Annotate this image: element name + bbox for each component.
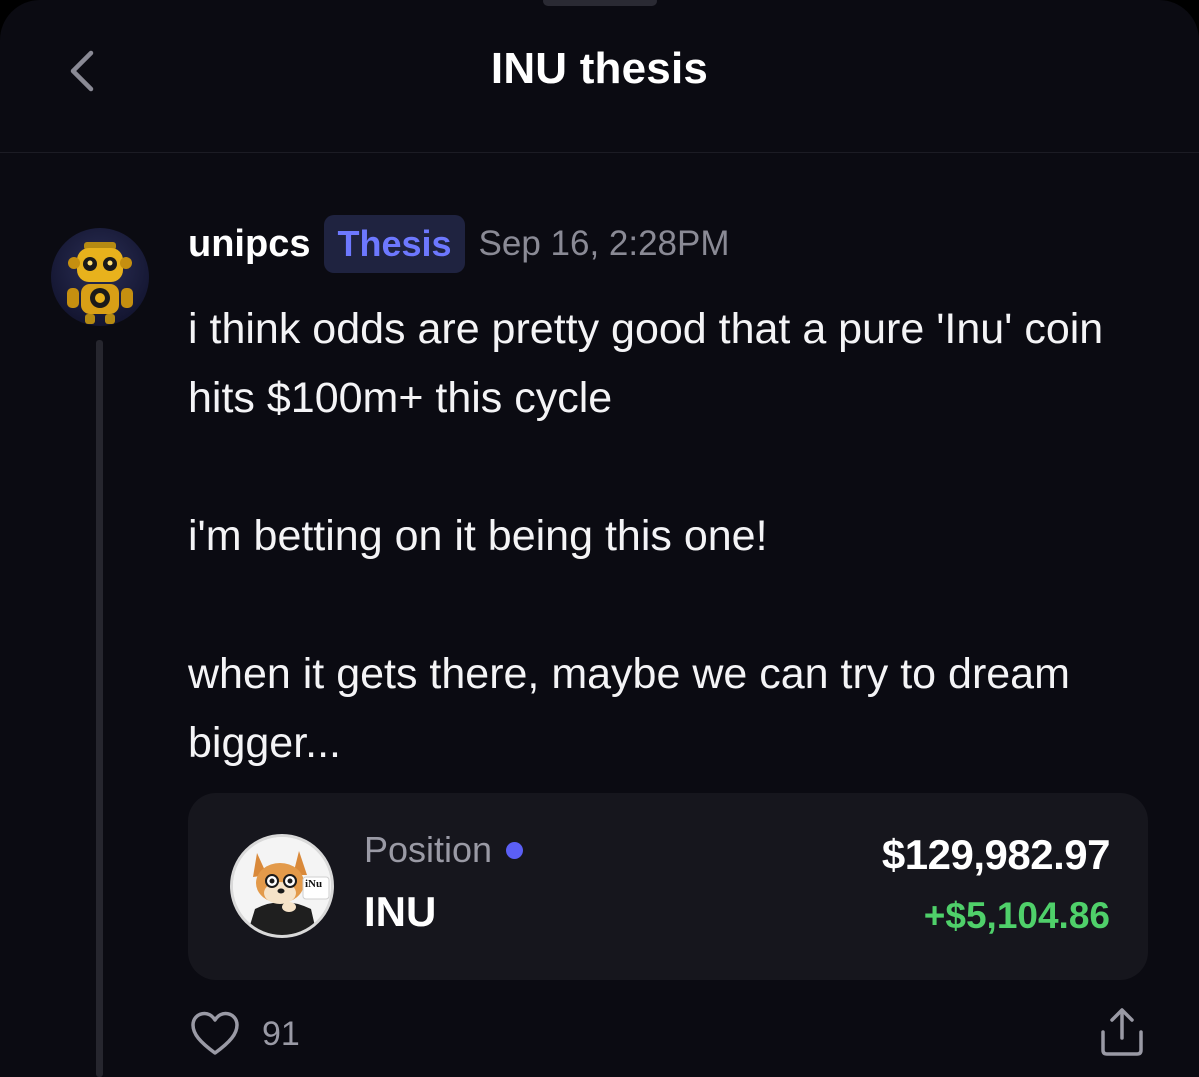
post-timestamp: Sep 16, 2:28PM	[478, 224, 730, 263]
header: INU thesis	[0, 0, 1199, 153]
thesis-tag: Thesis	[324, 215, 465, 273]
like-button[interactable]: 91	[190, 1008, 300, 1060]
token-logo: iNu	[230, 834, 334, 938]
position-label-row: Position	[364, 829, 524, 871]
post-paragraph: i think odds are pretty good that a pure…	[188, 305, 1104, 422]
live-indicator-dot	[506, 841, 524, 859]
page-title: INU thesis	[490, 44, 709, 93]
position-ticker: INU	[364, 888, 437, 935]
token-logo-text: iNu	[305, 878, 323, 890]
thread-line	[96, 340, 103, 1077]
position-value: $129,982.97	[881, 831, 1111, 878]
position-label: Position	[364, 829, 493, 870]
like-count: 91	[262, 1014, 300, 1053]
position-change: +$5,104.86	[923, 895, 1110, 936]
post-paragraph: i'm betting on it being this one!	[188, 512, 768, 560]
heart-icon	[191, 1011, 239, 1055]
robot-avatar-icon	[67, 242, 133, 324]
share-icon	[1101, 1008, 1143, 1056]
share-button[interactable]	[1094, 1004, 1150, 1060]
post-meta: unipcs Thesis Sep 16, 2:28PM	[188, 214, 730, 274]
post-paragraph: when it gets there, maybe we can try to …	[188, 650, 1070, 767]
screen: INU thesis unipcs Thesis Sep 16, 2:28PM …	[0, 0, 1199, 1077]
position-card[interactable]: iNu Position INU $129,982.97 +$5,104.86	[188, 793, 1148, 980]
post-body: i think odds are pretty good that a pure…	[188, 295, 1128, 778]
user-avatar[interactable]	[51, 228, 149, 326]
username[interactable]: unipcs	[188, 223, 310, 266]
